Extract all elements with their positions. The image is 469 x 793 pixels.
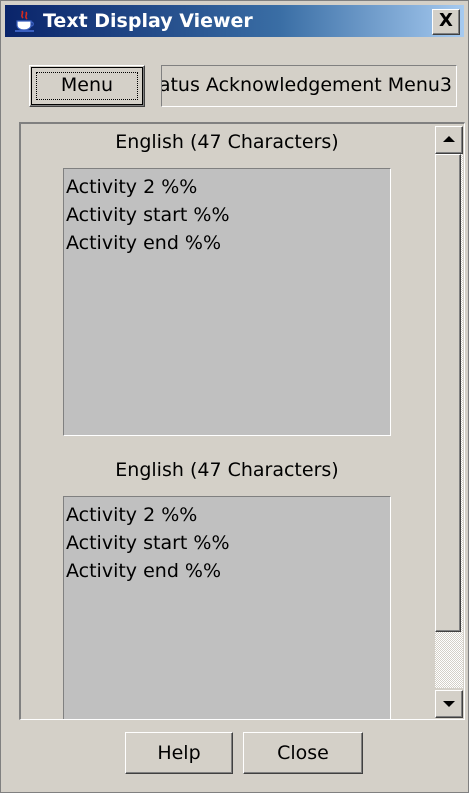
text-line: Activity 2 %% xyxy=(66,504,198,526)
text-line: Activity end %% xyxy=(66,560,222,582)
text-display-viewer-window: Text Display Viewer X Menu Status Acknow… xyxy=(0,0,469,793)
scroll-thumb[interactable] xyxy=(435,154,461,632)
section-heading: English (47 Characters) xyxy=(115,459,339,481)
scroll-viewport: English (47 Characters) Activity 2 %% Ac… xyxy=(21,124,433,719)
window-title: Text Display Viewer xyxy=(43,10,253,32)
text-scroll-pane[interactable]: English (47 Characters) Activity 2 %% Ac… xyxy=(19,122,465,720)
text-line: Activity end %% xyxy=(66,232,222,254)
arrow-down-icon xyxy=(443,701,455,707)
close-button[interactable]: Close xyxy=(243,732,363,774)
text-line: Activity 2 %% xyxy=(66,176,198,198)
scroll-up-button[interactable] xyxy=(435,126,463,154)
menu-title-field: Status Acknowledgement Menu3 xyxy=(161,65,457,107)
text-area[interactable]: Activity 2 %% Activity start %% Activity… xyxy=(63,496,391,719)
menu-title-text: Status Acknowledgement Menu3 xyxy=(161,74,452,96)
java-cup-icon xyxy=(15,10,34,32)
help-button[interactable]: Help xyxy=(125,732,233,774)
close-icon: X xyxy=(439,10,453,31)
text-line: Activity start %% xyxy=(66,204,230,226)
text-line: Activity start %% xyxy=(66,532,230,554)
help-button-label: Help xyxy=(157,742,201,764)
focus-rectangle xyxy=(36,72,138,100)
menu-button[interactable]: Menu xyxy=(29,65,145,107)
window-close-button[interactable]: X xyxy=(432,9,460,35)
close-button-label: Close xyxy=(277,742,329,764)
section-heading: English (47 Characters) xyxy=(115,131,339,153)
title-bar[interactable]: Text Display Viewer X xyxy=(5,5,464,37)
arrow-up-icon xyxy=(443,136,455,142)
text-area[interactable]: Activity 2 %% Activity start %% Activity… xyxy=(63,168,391,436)
vertical-scrollbar[interactable] xyxy=(434,124,464,719)
scroll-down-button[interactable] xyxy=(435,690,463,718)
